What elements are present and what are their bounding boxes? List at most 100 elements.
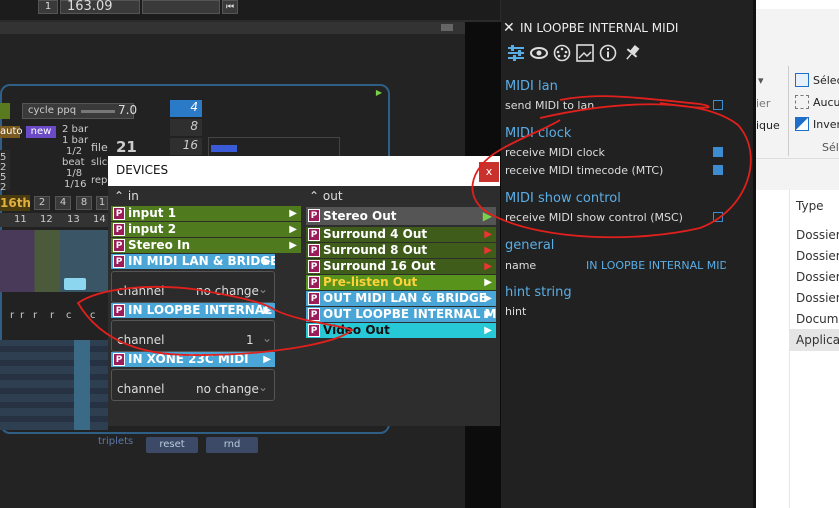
res-option[interactable]: 2 (34, 196, 50, 210)
grid-option[interactable]: 1/16 (64, 179, 86, 190)
receive-clock-label: receive MIDI clock (505, 146, 605, 159)
receive-mtc-checkbox[interactable] (713, 165, 723, 175)
device-output-row[interactable]: P Surround 8 Out ▶ (306, 243, 496, 258)
image-icon[interactable] (576, 44, 594, 62)
invert-selection-button[interactable]: Inver (813, 118, 839, 131)
device-output-row[interactable]: P Surround 4 Out ▶ (306, 227, 496, 242)
receive-mtc-label: receive MIDI timecode (MTC) (505, 164, 664, 177)
device-input-row[interactable]: P Stereo In ▶ (111, 238, 301, 253)
close-icon[interactable]: ✕ (503, 20, 515, 36)
sliders-icon[interactable] (506, 44, 526, 62)
chevron-down-icon: ⌄ (258, 282, 269, 296)
out-header[interactable]: ⌃ out (309, 189, 343, 203)
file-type-cell[interactable]: Dossier (796, 228, 839, 242)
step-value[interactable]: 8 (170, 119, 202, 136)
resolution-label[interactable]: 16th (0, 195, 31, 211)
reset-button[interactable]: reset (146, 437, 198, 453)
device-output-row[interactable]: P OUT LOOPBE INTERNAL MID ▶ (306, 307, 496, 322)
grid-option[interactable]: beat (62, 157, 85, 168)
midi-port-icon[interactable] (553, 44, 571, 62)
device-input-row[interactable]: Pinput 1 ▶ (111, 206, 301, 221)
device-input-row[interactable]: P IN LOOPBE INTERNAL M ▶ (111, 303, 275, 318)
position-field[interactable]: 163.09 (60, 0, 140, 14)
bar-field[interactable]: 1 (38, 0, 58, 14)
device-label: Stereo Out (323, 209, 397, 223)
receive-msc-checkbox[interactable] (713, 212, 723, 222)
new-button[interactable]: new (26, 126, 56, 138)
pattern-grid (0, 340, 108, 430)
channel-value[interactable]: 1 (246, 333, 254, 347)
ribbon-top (756, 0, 839, 9)
lane-letter: r (20, 310, 25, 321)
device-output-row[interactable]: P Surround 16 Out ▶ (306, 259, 496, 274)
step-values: 4 8 16 (170, 100, 202, 156)
channel-box[interactable]: channel no change ⌄ (111, 271, 275, 303)
select-none-button[interactable]: Aucu (813, 96, 839, 109)
device-input-row[interactable]: Pinput 2 ▶ (111, 222, 301, 237)
arrow-right-icon: ▶ (263, 354, 271, 365)
device-output-row[interactable]: P Stereo Out ▶ (306, 207, 496, 225)
channel-value[interactable]: no change (196, 284, 259, 298)
eye-icon[interactable] (530, 45, 548, 61)
triplets-label[interactable]: triplets (98, 436, 133, 447)
arrow-right-icon: ▶ (484, 277, 492, 288)
collapse-icon: ⌃ (114, 189, 128, 203)
row-number: 2 (0, 182, 7, 193)
device-output-row[interactable]: P Pre-listen Out ▶ (306, 275, 496, 290)
in-header[interactable]: ⌃ in (114, 189, 139, 203)
grid-option[interactable]: 1/8 (66, 168, 82, 179)
file-type-cell[interactable]: Docume (796, 312, 839, 326)
info-icon[interactable] (599, 44, 617, 62)
grid-options: 2 bar 1 bar 1/2 beat 1/8 1/16 (62, 124, 92, 194)
name-field[interactable]: IN LOOPBE INTERNAL MIDI (586, 259, 726, 272)
ribbon-dropdown-icon[interactable]: ▾ (758, 74, 764, 87)
chevron-down-icon: ⌄ (258, 380, 269, 394)
channel-box[interactable]: channel 1 ⌄ (111, 320, 275, 352)
p-badge-icon: P (113, 304, 125, 317)
p-badge-icon: P (113, 239, 125, 252)
device-label: OUT LOOPBE INTERNAL MID (323, 307, 496, 321)
file-type-cell[interactable]: Dossier (796, 249, 839, 263)
receive-clock-checkbox[interactable] (713, 147, 723, 157)
grid-option[interactable]: 1/2 (66, 146, 82, 157)
channel-value[interactable]: no change (196, 382, 259, 396)
step-value[interactable]: 16 (170, 138, 202, 155)
channel-box[interactable]: channel no change ⌄ (111, 369, 275, 401)
devices-close-button[interactable]: x (479, 162, 499, 182)
row-numbers: 5 2 5 2 (0, 150, 10, 193)
device-input-row[interactable]: P IN XONE 23C MIDI ▶ (111, 352, 275, 367)
transport-field[interactable] (142, 0, 220, 14)
device-output-row[interactable]: P OUT MIDI LAN & BRIDGE ▶ (306, 291, 496, 306)
rnd-button[interactable]: rnd (206, 437, 258, 453)
pin-icon[interactable] (622, 43, 642, 63)
grid-option[interactable]: 2 bar (62, 124, 88, 135)
skip-end-icon[interactable]: ⏮ (222, 0, 238, 14)
file-type-cell[interactable]: Dossier (796, 270, 839, 284)
grid-option[interactable]: 1 bar (62, 135, 88, 146)
send-midi-checkbox[interactable] (713, 100, 723, 110)
general-heading: general (505, 238, 555, 253)
ruler-mark: 11 (14, 214, 27, 225)
ribbon-divider (756, 158, 839, 159)
cycle-ppq-slider[interactable]: cycle ppq 7.0 (22, 103, 137, 119)
arrow-right-icon: ▶ (484, 325, 492, 336)
chevron-down-icon: ⌄ (262, 331, 273, 345)
res-option[interactable]: 4 (55, 196, 71, 210)
type-column-header[interactable]: Type (796, 199, 824, 213)
selected-step[interactable] (64, 278, 86, 290)
res-option[interactable]: 1 (96, 196, 108, 210)
file-type-cell[interactable]: Applicat (796, 333, 839, 347)
play-icon[interactable] (0, 103, 10, 119)
auto-button[interactable]: auto (0, 126, 23, 138)
file-value: 21 (116, 138, 137, 156)
select-all-button[interactable]: Sélec (813, 74, 839, 87)
file-type-cell[interactable]: Dossier (796, 291, 839, 305)
device-input-row[interactable]: P IN MIDI LAN & BRIDGE ▶ (111, 254, 275, 269)
res-option[interactable]: 8 (76, 196, 92, 210)
device-output-row[interactable]: P Video Out ▶ (306, 323, 496, 338)
editor-menu-icon[interactable] (441, 24, 453, 31)
step-value[interactable]: 4 (170, 100, 202, 117)
level-meter-fill (211, 145, 237, 152)
hint-label: hint (505, 305, 527, 318)
channel-label: channel (117, 333, 165, 347)
